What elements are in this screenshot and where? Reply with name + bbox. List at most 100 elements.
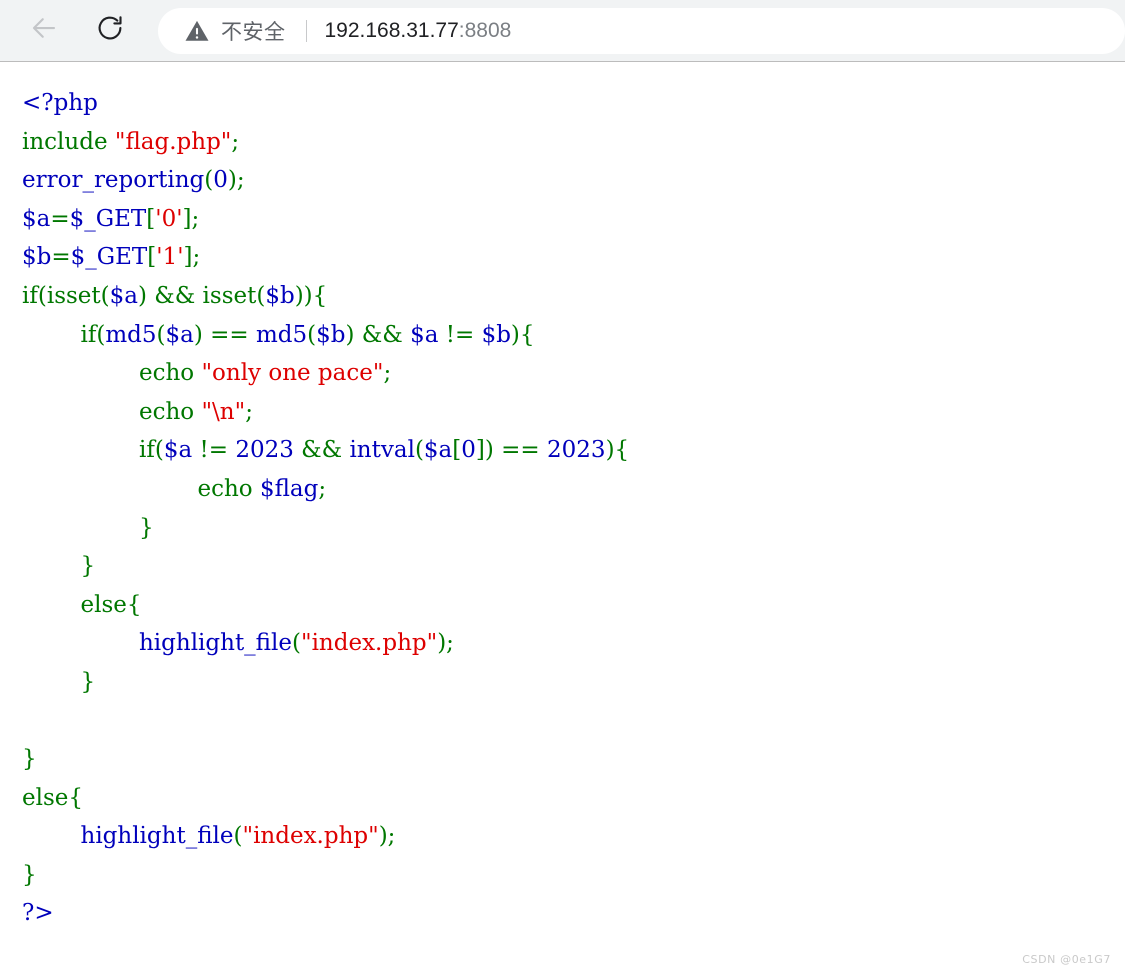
security-status-label: 不安全 [221,20,286,44]
code-token-keyword: ( [307,321,317,348]
browser-toolbar: 不安全 192.168.31.77:8808 [0,0,1125,62]
code-token-keyword: if(isset( [22,282,110,309]
code-token-keyword: include [22,128,115,155]
code-token-default: $a [163,437,193,464]
code-line: include "flag.php"; [22,129,239,155]
code-line: } [22,746,37,772]
code-token-keyword: ]; [182,205,200,232]
code-token-keyword: [ [452,437,462,464]
code-token-keyword: echo [22,360,202,387]
code-token-keyword: ; [231,128,240,155]
code-line: } [22,669,95,695]
code-token-string: '0' [155,205,183,232]
code-token-default: intval [349,437,415,464]
code-line: highlight_file("index.php"); [22,823,396,850]
code-token-keyword: ) && isset( [138,282,266,309]
code-line: echo $flag; [22,476,326,502]
code-token-default: highlight_file [80,823,234,850]
code-token-keyword: ) && [345,321,411,348]
code-token-default: $_GET [69,205,147,232]
code-token-keyword: ]) == [475,437,548,464]
code-token-default: highlight_file [138,630,292,657]
code-token-default: error_reporting [22,167,205,194]
code-token-default: $a [22,205,51,232]
code-line: else{ [22,785,83,811]
address-bar[interactable]: 不安全 192.168.31.77:8808 [158,7,1125,54]
code-token-keyword: = [50,205,70,232]
code-token-keyword: ( [233,823,243,850]
code-token-default: $a [165,321,194,348]
warning-triangle-icon[interactable] [184,18,210,44]
code-token-keyword: ); [378,823,396,850]
code-line: ?> [22,900,54,926]
code-token-keyword: = [51,244,71,271]
code-token-default: $b [316,321,346,348]
code-line: echo "only one pace"; [22,360,391,386]
code-line: if(isset($a) && isset($b)){ [22,283,327,309]
code-token-keyword: if( [22,437,164,464]
code-token-keyword: ); [227,167,245,194]
code-token-keyword: } [22,514,154,541]
code-token-keyword: else{ [22,591,142,618]
code-token-keyword: != [192,437,236,464]
code-token-string: "\n" [201,398,246,425]
code-token-default: 0 [213,167,228,194]
code-line: error_reporting(0); [22,167,245,193]
php-source-listing: <?php include "flag.php"; error_reportin… [0,84,1125,933]
reload-icon [95,13,125,48]
code-line: } [22,862,37,888]
code-token-keyword: ( [204,167,214,194]
code-line: if($a != 2023 && intval($a[0]) == 2023){ [22,437,629,463]
code-token-keyword: ); [437,630,454,657]
code-token-keyword: ( [156,321,166,348]
code-token-default: $a [109,282,138,309]
code-token-default: 0 [461,437,476,464]
code-token-keyword: [ [147,244,157,271]
reload-button[interactable] [88,9,132,53]
code-token-string: '1' [156,244,184,271]
code-token-default: 2023 [547,437,606,464]
url-port: :8808 [458,18,512,42]
code-line: else{ [22,591,142,618]
code-token-keyword: ){ [510,321,535,348]
code-token-keyword: echo [22,475,260,502]
code-token-keyword: ; [245,398,253,425]
code-token-keyword: echo [22,398,202,425]
code-token-default: ?> [22,900,54,927]
code-token-keyword: )){ [294,282,328,309]
omnibox-divider [305,19,307,42]
code-token-default: $b [22,244,52,271]
back-button[interactable] [22,9,66,53]
code-token-keyword: } [22,553,96,580]
code-line: if(md5($a) == md5($b) && $a != $b){ [22,321,535,348]
code-token-keyword: && [293,437,350,464]
code-token-string: "index.php" [300,630,438,657]
code-token-keyword: ; [383,360,392,387]
code-token-keyword: ; [318,475,327,502]
code-token-keyword: != [438,321,482,348]
code-token-keyword: ]; [183,244,201,271]
code-token-keyword [22,630,139,656]
code-token-default: $b [265,282,295,309]
code-token-default: 2023 [235,437,294,464]
code-token-keyword: } [22,746,37,773]
code-token-default: $b [481,321,511,348]
code-token-string: "index.php" [242,823,379,850]
code-token-keyword: } [22,668,96,695]
code-token-default: md5 [256,321,308,348]
arrow-left-icon [29,13,59,48]
code-token-keyword: if( [22,321,106,348]
code-line: } [22,553,95,579]
url-display[interactable]: 192.168.31.77:8808 [325,19,512,43]
code-token-string: "flag.php" [114,128,232,155]
code-token-string: "only one pace" [201,360,384,387]
code-token-keyword: ){ [605,437,630,464]
code-token-keyword: } [22,861,37,888]
code-token-default: <?php [22,90,98,116]
csdn-watermark: CSDN @0e1G7 [1022,953,1111,966]
code-token-keyword: ) == [193,321,256,348]
code-token-keyword: ( [414,437,424,464]
url-host: 192.168.31.77 [324,18,459,42]
code-token-keyword [22,823,81,849]
code-token-keyword: [ [146,205,156,232]
